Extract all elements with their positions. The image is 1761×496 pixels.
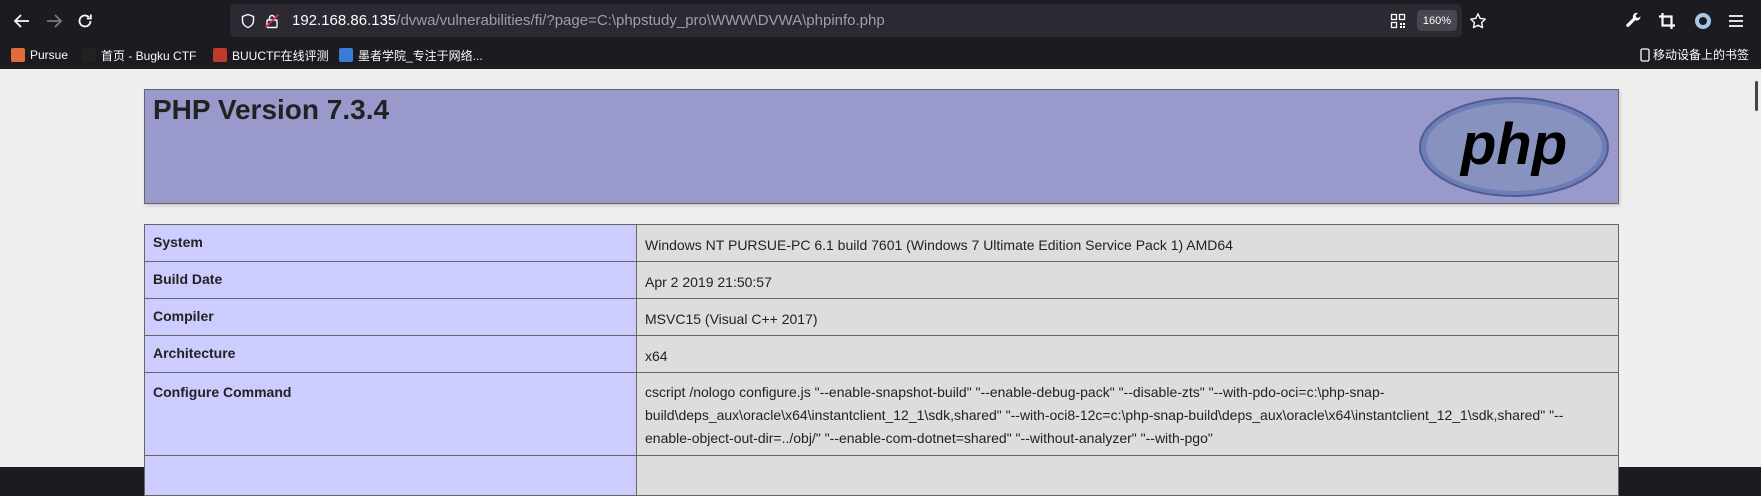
bookmark-pursue[interactable]: Pursue: [11, 46, 68, 64]
phpinfo-table: System Windows NT PURSUE-PC 6.1 build 76…: [144, 224, 1619, 496]
row-key: Architecture: [144, 335, 637, 373]
bookmark-label: 首页 - Bugku CTF: [101, 48, 197, 63]
bugku-favicon-icon: [82, 48, 96, 62]
reload-button[interactable]: [71, 9, 99, 33]
reload-icon: [78, 14, 92, 28]
scrollbar-thumb[interactable]: [1755, 81, 1758, 111]
forward-button[interactable]: [40, 9, 68, 33]
php-version-title: PHP Version 7.3.4: [153, 94, 390, 125]
table-row: Architecture x64: [144, 335, 1619, 373]
php-logo-text: php: [1459, 112, 1567, 177]
bookmark-bugku[interactable]: 首页 - Bugku CTF: [82, 46, 196, 64]
row-key: Build Date: [144, 261, 637, 299]
bookmark-buuctf[interactable]: BUUCTF在线评测: [213, 46, 329, 64]
extension-circle-icon[interactable]: [1692, 10, 1714, 32]
vertical-scrollbar[interactable]: [1750, 69, 1761, 467]
bookmark-label: 墨者学院_专注于网络...: [358, 48, 483, 63]
url-host: 192.168.86.135: [292, 12, 397, 29]
pursue-favicon-icon: [11, 48, 25, 62]
row-value: MSVC15 (Visual C++ 2017): [636, 298, 1619, 336]
table-row: Compiler MSVC15 (Visual C++ 2017): [144, 298, 1619, 336]
mobile-device-icon: [1640, 47, 1650, 62]
row-value: Windows NT PURSUE-PC 6.1 build 7601 (Win…: [636, 224, 1619, 262]
zoom-level-button[interactable]: 160%: [1417, 10, 1457, 31]
row-value: x64: [636, 335, 1619, 373]
bookmark-mozhe[interactable]: 墨者学院_专注于网络...: [339, 46, 483, 64]
row-key: Compiler: [144, 298, 637, 336]
page-content: PHP Version 7.3.4 php System Windows NT …: [0, 69, 1761, 496]
row-value: cscript /nologo configure.js "--enable-s…: [636, 372, 1619, 456]
row-value: Apr 2 2019 21:50:57: [636, 261, 1619, 299]
bookmark-star-icon[interactable]: [1468, 11, 1488, 31]
browser-toolbar: 192.168.86.135/dvwa/vulnerabilities/fi/?…: [0, 0, 1761, 41]
table-row: Configure Command cscript /nologo config…: [144, 372, 1619, 456]
shield-icon[interactable]: [238, 11, 258, 31]
bookmarks-bar: Pursue 首页 - Bugku CTF BUUCTF在线评测 墨者学院_专注…: [0, 41, 1761, 69]
bookmark-label: Pursue: [30, 48, 69, 62]
mobile-bookmarks[interactable]: 移动设备上的书签: [1640, 46, 1749, 63]
arrow-right-icon: [47, 14, 63, 28]
table-row: System Windows NT PURSUE-PC 6.1 build 76…: [144, 224, 1619, 262]
insecure-lock-icon[interactable]: [262, 11, 282, 31]
back-button[interactable]: [8, 9, 36, 33]
phpinfo-header: PHP Version 7.3.4 php: [144, 89, 1619, 204]
menu-icon[interactable]: [1725, 10, 1747, 32]
mobile-bookmarks-label: 移动设备上的书签: [1652, 48, 1749, 62]
wrench-icon[interactable]: [1623, 10, 1645, 32]
row-key: System: [144, 224, 637, 262]
row-value: [636, 455, 1619, 496]
php-logo-icon: php: [1419, 97, 1609, 197]
qr-code-icon[interactable]: [1388, 11, 1408, 31]
bookmark-label: BUUCTF在线评测: [232, 48, 329, 63]
buuctf-favicon-icon: [213, 48, 227, 62]
crop-icon[interactable]: [1656, 10, 1678, 32]
row-key: [144, 455, 637, 496]
arrow-left-icon: [13, 14, 29, 28]
url-bar[interactable]: 192.168.86.135/dvwa/vulnerabilities/fi/?…: [230, 4, 1486, 37]
table-row: [144, 455, 1619, 496]
row-key: Configure Command: [144, 372, 637, 456]
url-path: /dvwa/vulnerabilities/fi/?page=C:\phpstu…: [396, 12, 885, 29]
table-row: Build Date Apr 2 2019 21:50:57: [144, 261, 1619, 299]
url-text[interactable]: 192.168.86.135/dvwa/vulnerabilities/fi/?…: [292, 12, 885, 29]
mozhe-favicon-icon: [339, 48, 353, 62]
